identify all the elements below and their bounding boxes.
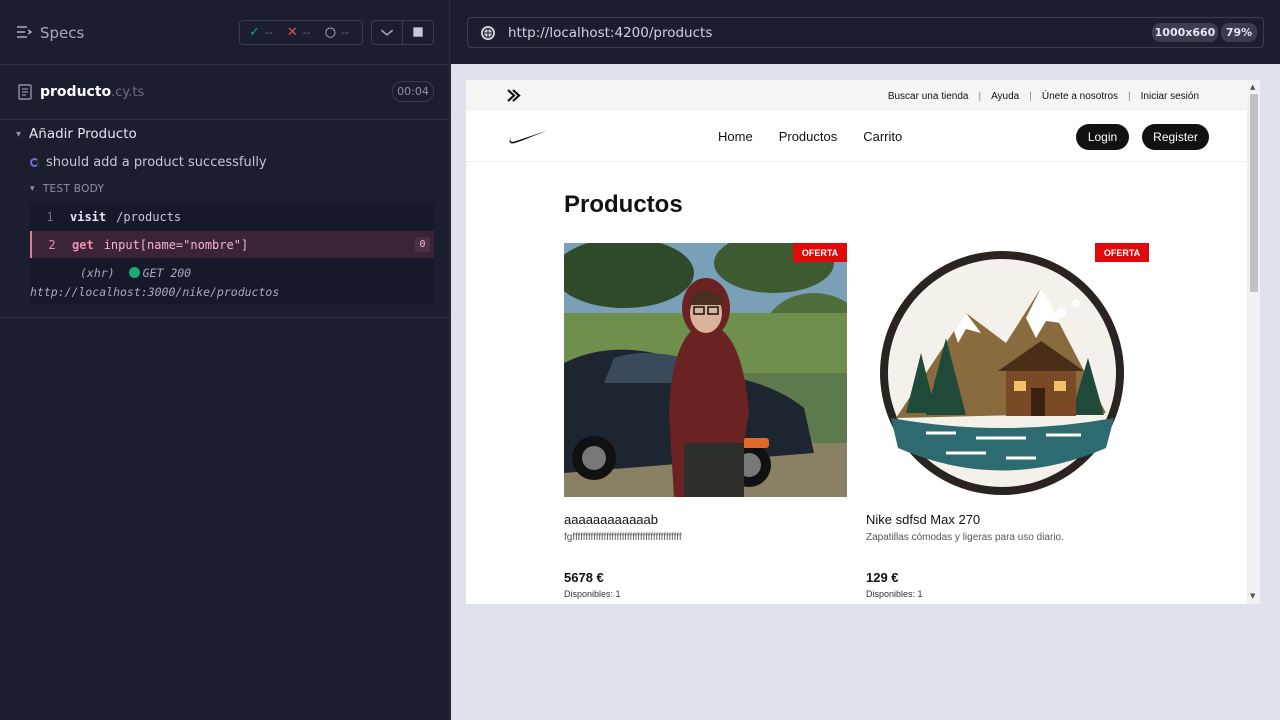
test-title[interactable]: should add a product successfully (30, 155, 267, 170)
product-price: 129 € (866, 570, 899, 585)
command-arg: /products (116, 209, 182, 224)
utility-links: Buscar una tienda | Ayuda | Únete a nosotr… (887, 91, 1199, 102)
url-bar-area: http://localhost:4200/products 1000x660 … (451, 0, 1280, 64)
suite-title[interactable]: ▾ Añadir Producto (16, 126, 137, 142)
command-name: get (72, 237, 94, 252)
product-description: fgffffffffffffffffffffffffffffffffffffff… (564, 532, 682, 543)
nav-home[interactable]: Home (718, 129, 753, 144)
scroll-up-icon[interactable]: ▲ (1250, 83, 1255, 91)
test-stats: ✓ -- ✕ -- ○ -- (239, 20, 363, 45)
scroll-down-icon[interactable]: ▼ (1250, 592, 1255, 600)
register-button[interactable]: Register (1142, 124, 1209, 150)
viewport-badge[interactable]: 1000x660 (1152, 23, 1218, 42)
stop-button[interactable] (402, 20, 434, 45)
command-name: visit (70, 209, 107, 224)
chevron-down-icon: ▾ (30, 184, 35, 194)
page-title: Productos (564, 191, 683, 218)
pending-stat: ○ -- (324, 25, 350, 40)
passed-stat: ✓ -- (249, 25, 273, 40)
utility-bar: Buscar una tienda | Ayuda | Únete a nosotr… (466, 80, 1247, 111)
stop-icon (413, 27, 423, 37)
zoom-badge: 79% (1221, 23, 1257, 42)
product-description: Zapatillas cómodas y ligeras para uso di… (866, 532, 1064, 543)
offer-badge: OFERTA (793, 243, 847, 262)
link-join[interactable]: Únete a nosotros (1042, 91, 1118, 102)
element-count-badge: 0 (415, 237, 430, 252)
jordan-logo-icon[interactable] (507, 89, 522, 102)
nav-products[interactable]: Productos (779, 129, 838, 144)
product-card[interactable]: OFERTA aaaaaaaaaaaab fgfffffffffffffffff… (564, 243, 847, 599)
running-spinner-icon (30, 158, 39, 167)
nike-swoosh-icon[interactable] (508, 129, 550, 145)
cypress-runner-panel: Specs ✓ -- ✕ -- ○ -- producto.cy.ts 00:04 ▾… (0, 0, 450, 720)
check-icon: ✓ (249, 25, 260, 40)
product-logo-image (866, 243, 1149, 497)
spinner-icon: ○ (324, 25, 337, 40)
scrollbar-thumb[interactable] (1250, 94, 1258, 292)
login-button[interactable]: Login (1076, 124, 1129, 150)
xhr-log[interactable]: (xhr) GET 200 http://localhost:3000/nike/… (30, 258, 434, 304)
link-sign-in[interactable]: Iniciar sesión (1141, 91, 1199, 102)
aut-preview: http://localhost:4200/products 1000x660 … (451, 0, 1280, 720)
nav-links: Home Productos Carrito (718, 129, 928, 144)
link-find-store[interactable]: Buscar una tienda (888, 91, 969, 102)
collapse-dropdown-button[interactable] (371, 20, 403, 45)
product-photo (564, 243, 847, 497)
product-image[interactable]: OFERTA (866, 243, 1149, 497)
command-row[interactable]: 1 visit /products (30, 203, 434, 230)
test-body-header[interactable]: ▾ TEST BODY (30, 183, 104, 195)
document-icon (18, 84, 32, 100)
product-stock: Disponibles: 1 (866, 589, 923, 599)
status-dot-icon (128, 267, 140, 278)
offer-badge: OFERTA (1095, 243, 1149, 262)
chevron-down-icon (380, 29, 394, 36)
failed-stat: ✕ -- (286, 25, 311, 40)
duration-badge: 00:04 (392, 81, 434, 102)
divider (0, 317, 450, 318)
spec-file-name[interactable]: producto.cy.ts (40, 84, 144, 100)
product-price: 5678 € (564, 570, 604, 585)
runner-topbar: Specs ✓ -- ✕ -- ○ -- (0, 0, 449, 65)
nav-cart[interactable]: Carrito (863, 129, 902, 144)
specs-label[interactable]: Specs (40, 24, 84, 42)
scrollbar[interactable]: ▲ ▼ (1247, 80, 1260, 604)
command-arg: input[name="nombre"] (103, 237, 249, 252)
command-row-active[interactable]: 2 get input[name="nombre"] 0 (30, 231, 434, 258)
main-nav: Home Productos Carrito Login Register (466, 111, 1247, 162)
globe-icon (481, 25, 495, 40)
specs-list-icon[interactable] (16, 24, 32, 40)
x-icon: ✕ (286, 25, 298, 40)
product-name[interactable]: Nike sdfsd Max 270 (866, 512, 1149, 527)
product-stock: Disponibles: 1 (564, 589, 621, 599)
chevron-down-icon: ▾ (16, 128, 22, 140)
url-text[interactable]: http://localhost:4200/products (508, 25, 712, 41)
product-image[interactable]: OFERTA (564, 243, 847, 497)
product-name[interactable]: aaaaaaaaaaaab (564, 512, 847, 527)
product-card[interactable]: OFERTA Nike sdfsd Max 270 Zapatillas cóm… (866, 243, 1149, 599)
url-bar[interactable]: http://localhost:4200/products 1000x660 … (467, 17, 1264, 48)
link-help[interactable]: Ayuda (991, 91, 1019, 102)
app-iframe: Buscar una tienda | Ayuda | Únete a nosotr… (466, 80, 1260, 604)
